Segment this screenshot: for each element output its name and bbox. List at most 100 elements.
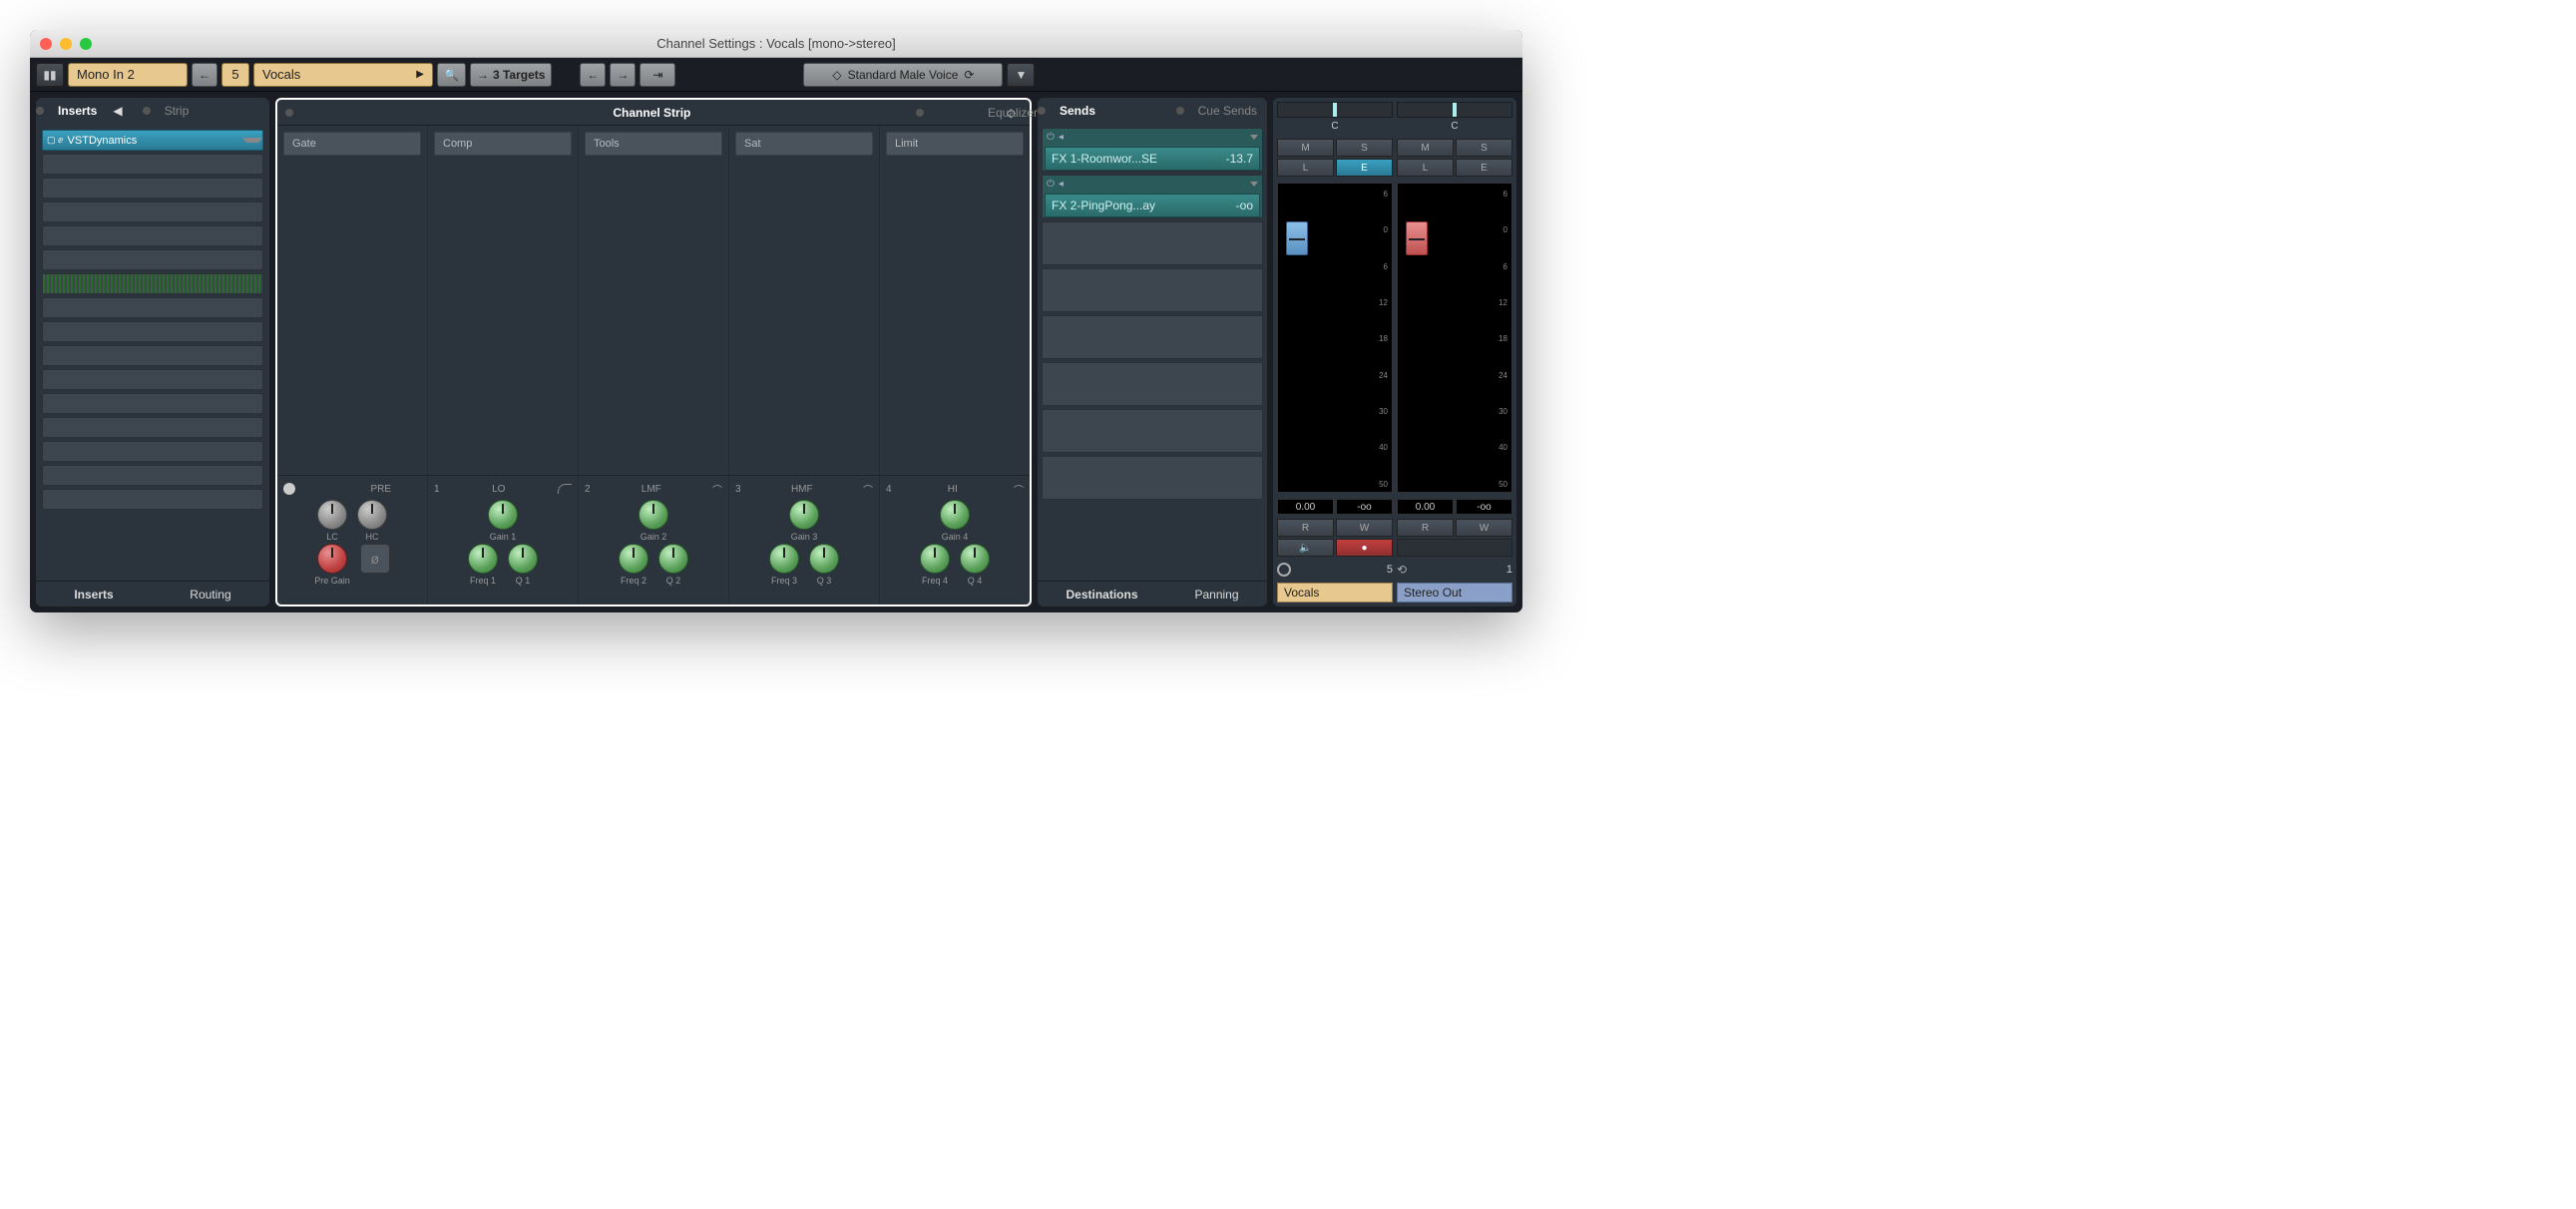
read-button-l[interactable]: R	[1277, 519, 1334, 537]
close-icon[interactable]	[40, 38, 52, 50]
mute-button-l[interactable]: M	[1277, 139, 1334, 157]
q1-knob[interactable]	[508, 544, 538, 574]
pan-slider-right[interactable]	[1397, 102, 1512, 118]
gain3-knob[interactable]	[789, 500, 819, 530]
phase-button[interactable]: ø	[360, 544, 390, 574]
insert-slot-9[interactable]	[42, 321, 263, 342]
tab-inserts[interactable]: Inserts	[48, 100, 107, 122]
minimize-icon[interactable]	[60, 38, 72, 50]
cue-bypass-icon[interactable]	[1176, 107, 1184, 115]
tab-equalizer[interactable]: Equalizer	[988, 106, 1038, 120]
channel-name-l[interactable]: Vocals	[1277, 583, 1393, 603]
send-slot-1[interactable]: ⏻◂ FX 1-Roomwor...SE-13.7	[1042, 128, 1263, 172]
fader-cap-right[interactable]	[1406, 221, 1428, 255]
insert-slot-7[interactable]	[42, 273, 263, 294]
sends-bypass-icon[interactable]	[1038, 107, 1046, 115]
insert-power-icon[interactable]: ▢ ⅇ	[43, 135, 68, 146]
send2-pre-icon[interactable]: ◂	[1059, 179, 1064, 190]
insert-slot-15[interactable]	[42, 465, 263, 486]
search-button[interactable]: 🔍	[437, 63, 466, 87]
send1-pre-icon[interactable]: ◂	[1059, 132, 1064, 143]
fader-right[interactable]: 606121824304050	[1397, 183, 1512, 493]
pan-slider-left[interactable]	[1277, 102, 1393, 118]
pre-active-icon[interactable]	[283, 483, 295, 495]
peak-value-l[interactable]: -oo	[1336, 499, 1393, 515]
insert-slot-10[interactable]	[42, 345, 263, 366]
listen-button-r[interactable]: L	[1397, 159, 1454, 177]
zoom-icon[interactable]	[80, 38, 92, 50]
nav-back-button[interactable]: ←	[580, 63, 606, 87]
edit-button-r[interactable]: E	[1456, 159, 1512, 177]
gain2-knob[interactable]	[639, 500, 668, 530]
insert-slot-1[interactable]: ▢ ⅇ VSTDynamics	[42, 130, 263, 151]
preset-field[interactable]: ◇ Standard Male Voice ⟳	[803, 63, 1003, 87]
prev-channel-button[interactable]: ←	[192, 63, 217, 87]
tab-cue-sends[interactable]: Cue Sends	[1188, 100, 1267, 122]
strip-slot-gate[interactable]: Gate	[283, 132, 421, 156]
lc-knob[interactable]	[317, 500, 347, 530]
strip-slot-limit[interactable]: Limit	[886, 132, 1024, 156]
bottom-tab-panning[interactable]: Panning	[1194, 588, 1238, 602]
q3-knob[interactable]	[809, 544, 839, 574]
gain4-knob[interactable]	[940, 500, 970, 530]
solo-button-r[interactable]: S	[1456, 139, 1512, 157]
insert-slot-2[interactable]	[42, 154, 263, 175]
channel-name-field[interactable]: Vocals ▶	[253, 63, 433, 87]
insert-slot-13[interactable]	[42, 417, 263, 438]
write-button-r[interactable]: W	[1456, 519, 1512, 537]
inserts-bypass-icon[interactable]	[36, 107, 44, 115]
fader-cap-left[interactable]	[1286, 221, 1308, 255]
q4-knob[interactable]	[960, 544, 990, 574]
chain-count-field[interactable]: 5	[221, 63, 249, 87]
freq1-knob[interactable]	[468, 544, 498, 574]
send-slot-7[interactable]	[1042, 409, 1263, 453]
compare-icon[interactable]: ◀	[113, 104, 122, 118]
channel-name-r[interactable]: Stereo Out	[1397, 583, 1512, 603]
bottom-tab-destinations[interactable]: Destinations	[1066, 588, 1137, 602]
strip-bypass-icon[interactable]	[143, 107, 151, 115]
write-button-l[interactable]: W	[1336, 519, 1393, 537]
send1-power-icon[interactable]: ⏻	[1047, 132, 1055, 143]
q2-knob[interactable]	[658, 544, 688, 574]
nav-fwd-button[interactable]: →	[610, 63, 636, 87]
insert-slot-16[interactable]	[42, 489, 263, 510]
monitor-bar-r[interactable]	[1397, 539, 1512, 557]
tab-channel-strip[interactable]: Channel Strip	[297, 106, 1007, 120]
level-value-r[interactable]: 0.00	[1397, 499, 1454, 515]
fader-left[interactable]: 606121824304050	[1277, 183, 1393, 493]
monitor-button-l[interactable]: 🔈	[1277, 539, 1334, 557]
send2-power-icon[interactable]: ⏻	[1047, 179, 1055, 190]
band2-curve-icon[interactable]: ⌒	[712, 482, 722, 497]
pregain-knob[interactable]	[317, 544, 347, 574]
listen-button-l[interactable]: L	[1277, 159, 1334, 177]
mute-button-r[interactable]: M	[1397, 139, 1454, 157]
insert-menu-icon[interactable]	[242, 138, 262, 143]
band3-curve-icon[interactable]: ⌒	[863, 482, 873, 497]
send-slot-6[interactable]	[1042, 362, 1263, 406]
send1-menu-icon[interactable]	[1250, 135, 1258, 140]
freq3-knob[interactable]	[769, 544, 799, 574]
strip-slot-comp[interactable]: Comp	[434, 132, 572, 156]
preset-menu-button[interactable]: ▼	[1007, 63, 1035, 87]
targets-button[interactable]: → 3 Targets	[470, 63, 552, 87]
send-slot-3[interactable]	[1042, 221, 1263, 265]
send-slot-8[interactable]	[1042, 456, 1263, 500]
band4-curve-icon[interactable]: ⌒	[1014, 482, 1024, 497]
peak-value-r[interactable]: -oo	[1456, 499, 1512, 515]
send-slot-4[interactable]	[1042, 268, 1263, 312]
insert-slot-3[interactable]	[42, 178, 263, 199]
insert-slot-12[interactable]	[42, 393, 263, 414]
bottom-tab-routing[interactable]: Routing	[190, 588, 230, 602]
bottom-tab-inserts[interactable]: Inserts	[74, 588, 113, 602]
insert-slot-6[interactable]	[42, 249, 263, 270]
insert-slot-8[interactable]	[42, 297, 263, 318]
send2-menu-icon[interactable]	[1250, 182, 1258, 187]
read-button-r[interactable]: R	[1397, 519, 1454, 537]
hc-knob[interactable]	[357, 500, 387, 530]
gain1-knob[interactable]	[488, 500, 518, 530]
strip-slot-tools[interactable]: Tools	[585, 132, 722, 156]
insert-slot-5[interactable]	[42, 225, 263, 246]
level-value-l[interactable]: 0.00	[1277, 499, 1334, 515]
input-routing-field[interactable]: Mono In 2	[68, 63, 188, 87]
solo-button-l[interactable]: S	[1336, 139, 1393, 157]
